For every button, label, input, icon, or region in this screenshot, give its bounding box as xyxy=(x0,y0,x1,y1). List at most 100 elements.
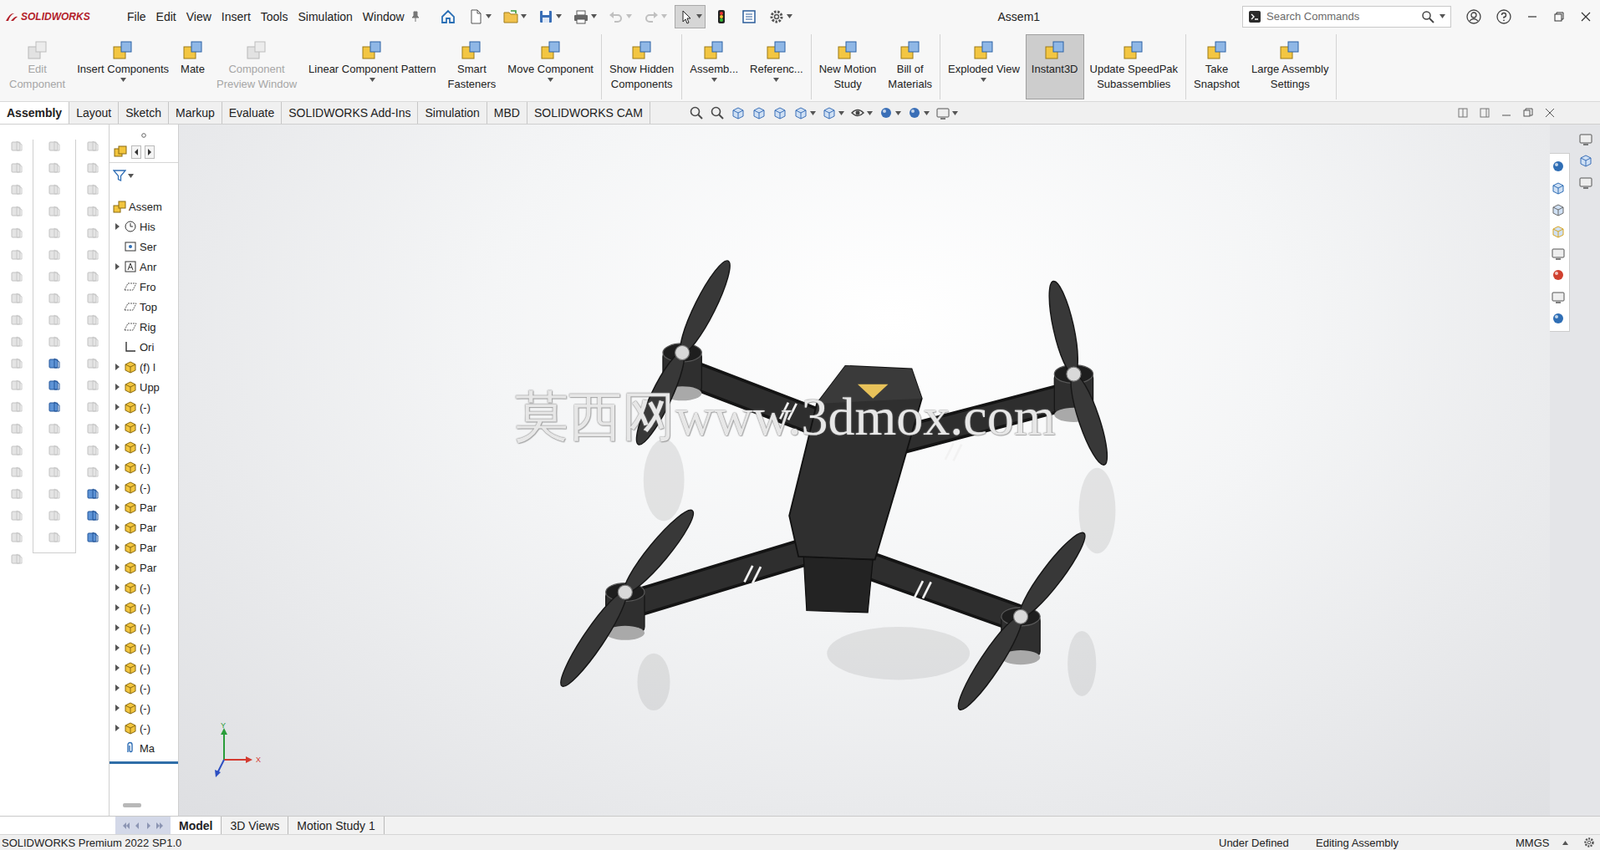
command-button[interactable]: Referenc... xyxy=(743,34,810,100)
tree-item[interactable]: Ori xyxy=(109,336,179,357)
tree-item[interactable]: (-) xyxy=(109,637,179,658)
forum-icon[interactable] xyxy=(1550,310,1566,327)
status-item[interactable]: MMGS xyxy=(1515,836,1560,850)
previous-view-icon[interactable] xyxy=(730,105,746,121)
command-button[interactable]: Bill ofMaterials xyxy=(881,34,938,100)
expander-icon[interactable] xyxy=(114,363,121,371)
tool-icon[interactable] xyxy=(47,270,62,284)
dropdown-caret-icon[interactable] xyxy=(786,14,793,19)
command-button[interactable]: Insert Components xyxy=(71,34,175,100)
search-commands-field[interactable]: Search Commands xyxy=(1242,5,1452,28)
rebuild-icon[interactable] xyxy=(713,8,730,26)
tree-item[interactable]: (-) xyxy=(109,437,179,458)
tool-icon[interactable] xyxy=(10,509,24,523)
dropdown-caret-icon[interactable] xyxy=(696,14,703,19)
command-button[interactable]: Assemb... xyxy=(683,34,744,100)
tool-icon[interactable] xyxy=(86,335,100,349)
view-palette-icon[interactable] xyxy=(1550,245,1566,261)
tree-item[interactable]: (-) xyxy=(109,698,179,719)
user-icon[interactable] xyxy=(1466,9,1482,25)
tool-icon[interactable] xyxy=(10,161,24,175)
search-icon[interactable] xyxy=(1421,10,1435,24)
dropdown-caret-icon[interactable] xyxy=(127,173,134,179)
custom-properties-icon[interactable] xyxy=(1550,289,1566,305)
view-orientation-icon[interactable] xyxy=(793,105,809,121)
model-tab[interactable]: Model xyxy=(170,816,222,835)
heads-up-button[interactable] xyxy=(935,105,958,121)
tree-item[interactable]: (-) xyxy=(109,397,179,418)
dropdown-caret-icon[interactable] xyxy=(120,77,127,82)
command-tab[interactable]: Evaluate xyxy=(222,101,282,124)
dropdown-caret-icon[interactable] xyxy=(952,111,958,116)
expander-icon[interactable] xyxy=(114,604,121,612)
command-tab[interactable]: SOLIDWORKS Add-Ins xyxy=(281,101,418,124)
expander-icon[interactable] xyxy=(114,584,121,592)
expander-icon[interactable] xyxy=(114,263,121,271)
command-button[interactable]: SmartFasteners xyxy=(442,34,503,100)
tree-item[interactable]: His xyxy=(109,216,179,237)
tree-item[interactable]: (-) xyxy=(109,477,179,498)
command-button[interactable]: ComponentPreview Window xyxy=(210,34,303,100)
tree-filter[interactable] xyxy=(109,163,179,189)
tree-item[interactable]: (-) xyxy=(109,657,179,678)
tile-vertical-icon[interactable] xyxy=(1479,107,1490,118)
save-icon[interactable] xyxy=(537,8,555,26)
dropdown-caret-icon[interactable] xyxy=(485,14,492,19)
tool-icon[interactable] xyxy=(47,443,62,458)
tool-icon[interactable] xyxy=(86,487,100,501)
display-style-icon[interactable] xyxy=(821,105,837,121)
tool-icon[interactable] xyxy=(86,465,100,479)
tree-item[interactable]: Par xyxy=(109,497,179,518)
quick-access-button[interactable] xyxy=(604,5,636,29)
expander-icon[interactable] xyxy=(114,484,121,491)
scroll-left-icon[interactable] xyxy=(131,145,142,159)
properties-icon[interactable] xyxy=(1578,174,1594,190)
tool-icon[interactable] xyxy=(47,226,62,240)
viewport-close-icon[interactable] xyxy=(1544,107,1555,118)
tool-icon[interactable] xyxy=(86,530,100,545)
tool-icon[interactable] xyxy=(47,204,62,219)
heads-up-button[interactable] xyxy=(907,105,930,121)
horizontal-scrollbar[interactable] xyxy=(109,799,179,811)
command-tab[interactable]: Layout xyxy=(69,101,119,124)
tool-icon[interactable] xyxy=(86,139,100,153)
handle-icon[interactable] xyxy=(141,132,147,138)
expander-icon[interactable] xyxy=(114,544,121,551)
tab-nav-arrow-icon[interactable] xyxy=(155,820,166,831)
tool-icon[interactable] xyxy=(47,335,62,349)
command-button[interactable]: Mate xyxy=(174,34,211,100)
dropdown-caret-icon[interactable] xyxy=(369,77,376,82)
command-button[interactable]: Move Component xyxy=(501,34,600,100)
tool-icon[interactable] xyxy=(47,356,62,371)
tree-item[interactable]: Par xyxy=(109,517,179,538)
menu-item[interactable]: Window xyxy=(357,10,410,24)
dropdown-caret-icon[interactable] xyxy=(520,14,527,19)
print-icon[interactable] xyxy=(572,8,590,26)
tool-icon[interactable] xyxy=(47,139,62,153)
dropdown-caret-icon[interactable] xyxy=(923,111,930,116)
tool-icon[interactable] xyxy=(47,161,62,175)
tree-item[interactable]: Par xyxy=(109,537,179,558)
heads-up-button[interactable] xyxy=(688,105,704,121)
settings-icon[interactable] xyxy=(1583,836,1595,849)
tool-icon[interactable] xyxy=(10,248,24,262)
command-tab[interactable]: Simulation xyxy=(417,101,487,124)
tool-icon[interactable] xyxy=(47,422,62,436)
redo-icon[interactable] xyxy=(642,8,660,26)
menu-item[interactable]: Insert xyxy=(216,10,256,24)
tool-icon[interactable] xyxy=(47,487,62,501)
tool-icon[interactable] xyxy=(86,400,100,414)
tool-icon[interactable] xyxy=(47,183,62,197)
command-tab[interactable]: Assembly xyxy=(0,101,70,124)
dropdown-caret-icon[interactable] xyxy=(1562,840,1569,846)
tool-icon[interactable] xyxy=(10,400,24,414)
command-tab[interactable]: SOLIDWORKS CAM xyxy=(527,101,651,124)
quick-access-button[interactable] xyxy=(569,5,601,29)
tool-icon[interactable] xyxy=(10,204,24,219)
heads-up-button[interactable] xyxy=(751,105,767,121)
new-icon[interactable] xyxy=(467,8,485,26)
dropdown-caret-icon[interactable] xyxy=(711,77,718,82)
dropdown-caret-icon[interactable] xyxy=(626,14,632,19)
quick-access-button[interactable] xyxy=(463,5,495,29)
dropdown-caret-icon[interactable] xyxy=(1439,14,1446,19)
